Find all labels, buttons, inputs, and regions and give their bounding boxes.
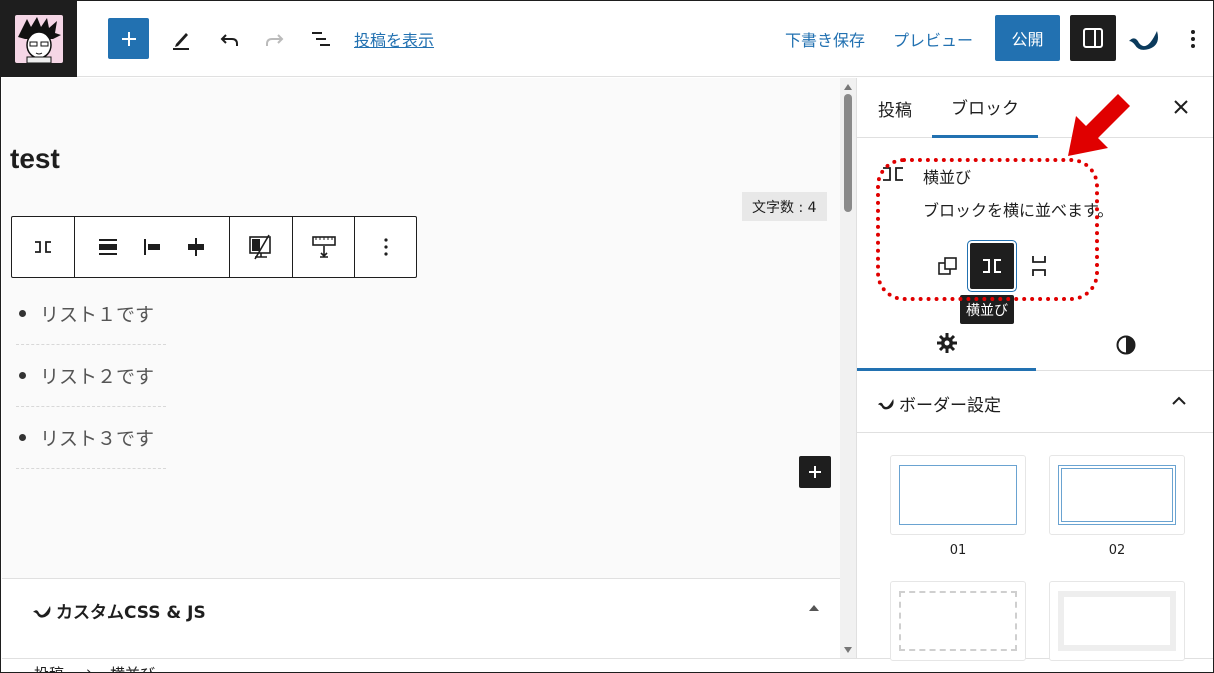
device-visibility-button[interactable] [239,225,283,269]
tab-post[interactable]: 投稿 [878,78,912,138]
preset-label: 01 [949,543,967,558]
alignment-group [75,217,230,277]
word-count: 文字数 : 4 [742,192,827,221]
custom-css-js-toggle[interactable]: カスタムCSS & JS [32,598,206,623]
undo-button[interactable] [213,23,245,55]
options-group [355,217,416,277]
list-item-text: リスト１です [40,304,155,326]
add-block-button[interactable] [108,18,149,59]
more-vertical-icon [1191,30,1195,48]
highlight-annotation [876,158,1099,301]
list-item[interactable]: リスト２です [16,345,166,407]
view-post-link[interactable]: 投稿を表示 [354,27,434,51]
triangle-up-icon[interactable] [807,601,821,615]
gear-icon [936,333,957,353]
border-preset-01[interactable] [890,455,1026,535]
block-toolbar [11,216,417,278]
list-block[interactable]: リスト１です リスト２です リスト３です [16,283,166,469]
list-item-text: リスト３です [40,428,155,450]
scroll-up-icon[interactable] [843,83,853,91]
preset-preview [899,465,1017,525]
row-icon [35,241,51,253]
tab-settings[interactable] [857,318,1036,371]
tools-button[interactable] [165,23,197,55]
document-overview-button[interactable] [305,23,337,55]
border-settings-label: ボーダー設定 [899,396,1001,416]
bullet [19,310,26,317]
options-button[interactable] [1179,23,1207,55]
custom-css-js-panel: カスタムCSS & JS [2,578,840,658]
scroll-down-icon[interactable] [843,646,853,654]
top-toolbar: 投稿を表示 下書き保存 プレビュー 公開 [1,1,1213,77]
sidebar-tabs: 投稿 ブロック [857,78,1213,138]
align-center-icon [188,238,204,256]
bullet [19,372,26,379]
preset-label: 02 [1108,543,1126,558]
margin-button[interactable] [302,225,346,269]
align-center-button[interactable] [174,225,218,269]
preset-preview [1058,465,1176,525]
chevron-up-icon [1172,396,1186,405]
border-preset-04[interactable] [1049,581,1185,661]
sidebar-icon [1083,28,1103,48]
leaf-logo-icon [877,399,894,410]
pencil-icon [173,33,189,50]
breadcrumb-item[interactable]: 横並び [110,663,155,672]
close-sidebar-button[interactable] [1170,96,1192,118]
tab-styles[interactable] [1036,318,1213,371]
redo-button[interactable] [259,23,291,55]
breadcrumb: 投稿 › 横並び [2,658,1213,673]
settings-toggle-button[interactable] [1070,15,1116,61]
block-type-button[interactable] [21,225,65,269]
border-preset-02[interactable] [1049,455,1185,535]
publish-button[interactable]: 公開 [995,15,1060,61]
scrollbar-thumb[interactable] [844,94,852,212]
align-left-icon [144,239,160,255]
margin-bottom-icon [311,236,336,258]
leaf-logo-icon [33,605,51,618]
list-view-icon [312,32,330,46]
preset-preview [899,591,1017,651]
justify-button[interactable] [86,225,130,269]
editor-window: 投稿を表示 下書き保存 プレビュー 公開 test 文字数 : 4 リスト１です… [0,0,1214,673]
border-settings-panel-header[interactable]: ボーダー設定 [857,371,1213,433]
settings-style-tabs [857,318,1213,371]
custom-css-js-title: カスタムCSS & JS [56,603,206,623]
breadcrumb-item[interactable]: 投稿 [34,663,64,672]
contrast-icon [1116,335,1135,354]
plus-icon [121,31,136,46]
border-settings-title: ボーダー設定 [877,391,1001,416]
close-icon [1174,100,1188,114]
list-item[interactable]: リスト３です [16,407,166,469]
block-options-button[interactable] [364,225,408,269]
post-title[interactable]: test [10,143,60,175]
tab-block[interactable]: ブロック [932,78,1038,138]
plugin-button[interactable] [1126,23,1162,55]
bullet [19,434,26,441]
preset-preview [1058,591,1176,651]
spacing-group [293,217,355,277]
undo-icon [220,34,238,46]
avatar [15,15,63,63]
breadcrumb-separator: › [86,663,92,673]
arrow-annotation-icon [1068,94,1130,156]
block-type-group [12,217,75,277]
list-item[interactable]: リスト１です [16,283,166,345]
visibility-group [230,217,293,277]
align-left-button[interactable] [130,225,174,269]
plus-icon [809,466,821,478]
leaf-logo-icon [1129,31,1158,50]
site-icon-button[interactable] [1,1,77,77]
more-vertical-icon [383,238,388,256]
redo-icon [266,34,284,46]
save-draft-button[interactable]: 下書き保存 [785,27,865,51]
desktop-hidden-icon [249,234,271,260]
list-item-text: リスト２です [40,366,155,388]
border-preset-03[interactable] [890,581,1026,661]
preview-button[interactable]: プレビュー [893,27,973,51]
justify-icon [99,239,117,255]
inline-add-block-button[interactable] [799,456,831,488]
